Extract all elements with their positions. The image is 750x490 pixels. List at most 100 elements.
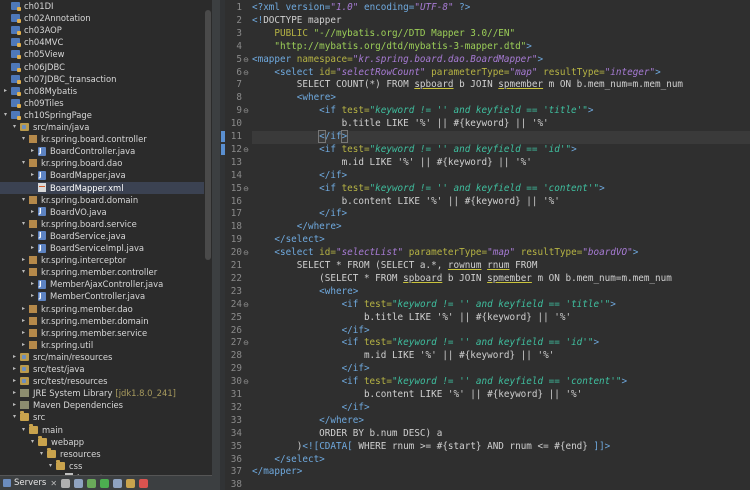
- tree-item[interactable]: ▾ kr.spring.board.service: [0, 218, 204, 230]
- expand-arrow-icon[interactable]: ▾: [20, 157, 27, 169]
- code-line[interactable]: </where>: [252, 221, 342, 234]
- code-line[interactable]: <!DOCTYPE mapper: [252, 15, 342, 28]
- fold-toggle-icon[interactable]: ⊖: [243, 67, 249, 80]
- publish-icon[interactable]: [126, 478, 136, 488]
- tree-item[interactable]: ▸ src/main/resources: [0, 351, 204, 363]
- code-line[interactable]: </if>: [252, 208, 347, 221]
- collapse-arrow-icon[interactable]: ▸: [11, 375, 18, 387]
- expand-arrow-icon[interactable]: ▾: [11, 121, 18, 133]
- tree-item[interactable]: ▾ resources: [0, 447, 204, 460]
- code-line[interactable]: <if test="keyword != '' and keyfield == …: [252, 105, 593, 118]
- fold-toggle-icon[interactable]: ⊖: [243, 54, 249, 67]
- tree-item[interactable]: ▸ BoardController.java: [0, 145, 204, 157]
- code-line[interactable]: <select id="selectRowCount" parameterTyp…: [252, 67, 660, 80]
- tree-item[interactable]: ch05View: [0, 48, 204, 60]
- tree-item[interactable]: ▸ MemberAjaxController.java: [0, 278, 204, 290]
- tree-item[interactable]: ▾ kr.spring.board.controller: [0, 133, 204, 145]
- code-line[interactable]: b.title LIKE '%' || #{keyword} || '%': [252, 312, 571, 325]
- code-line[interactable]: PUBLIC "-//mybatis.org//DTD Mapper 3.0//…: [252, 28, 515, 41]
- code-line[interactable]: </select>: [252, 454, 324, 467]
- collapse-arrow-icon[interactable]: ▸: [20, 315, 27, 327]
- code-line[interactable]: b.content LIKE '%' || #{keyword} || '%': [252, 196, 560, 209]
- tree-item[interactable]: ▸ BoardMapper.java: [0, 169, 204, 181]
- code-line[interactable]: SELECT * FROM (SELECT a.*, rownum rnum F…: [252, 260, 538, 273]
- stop-server-icon[interactable]: [139, 478, 149, 488]
- code-line[interactable]: <where>: [252, 286, 358, 299]
- tree-item[interactable]: ▸ kr.spring.member.dao: [0, 303, 204, 315]
- code-line[interactable]: m.id LIKE '%' || #{keyword} || '%': [252, 350, 554, 363]
- code-line[interactable]: b.content LIKE '%' || #{keyword} || '%': [252, 389, 582, 402]
- expand-arrow-icon[interactable]: ▾: [20, 133, 27, 145]
- tree-item[interactable]: ▾ main: [0, 423, 204, 436]
- tree-item[interactable]: ch03AOP: [0, 24, 204, 36]
- explorer-scroll-thumb[interactable]: [205, 10, 211, 260]
- code-line[interactable]: b.title LIKE '%' || #{keyword} || '%': [252, 118, 549, 131]
- tree-item[interactable]: ▸ kr.spring.interceptor: [0, 254, 204, 266]
- explorer-scrollbar[interactable]: [204, 0, 212, 475]
- code-line[interactable]: </if>: [252, 402, 370, 415]
- expand-arrow-icon[interactable]: ▾: [20, 266, 27, 278]
- tree-item[interactable]: ch09Tiles: [0, 97, 204, 109]
- tree-item[interactable]: ▾ webapp: [0, 435, 204, 448]
- code-line[interactable]: )<![CDATA[ WHERE rnum >= #{start} AND rn…: [252, 441, 610, 454]
- fold-toggle-icon[interactable]: ⊖: [243, 105, 249, 118]
- collapse-arrow-icon[interactable]: ▸: [11, 363, 18, 375]
- code-line[interactable]: <mapper namespace="kr.spring.board.dao.B…: [252, 54, 543, 67]
- collapse-arrow-icon[interactable]: ▸: [29, 278, 36, 290]
- tree-item[interactable]: ▸ src/test/java: [0, 363, 204, 375]
- tree-item[interactable]: ▾ kr.spring.member.controller: [0, 266, 204, 278]
- tree-item[interactable]: ▸ src/test/resources: [0, 375, 204, 387]
- tree-item[interactable]: ▸ BoardServiceImpl.java: [0, 242, 204, 254]
- code-line[interactable]: SELECT COUNT(*) FROM spboard b JOIN spme…: [252, 79, 683, 92]
- code-line[interactable]: <if test="keyword != '' and keyfield == …: [252, 183, 605, 196]
- collapse-arrow-icon[interactable]: ▸: [20, 327, 27, 339]
- servers-tab-label[interactable]: Servers: [14, 478, 46, 488]
- collapse-arrow-icon[interactable]: ▸: [11, 351, 18, 363]
- tree-item[interactable]: ch06JDBC: [0, 61, 204, 73]
- tree-item[interactable]: ▾ kr.spring.board.dao: [0, 157, 204, 169]
- code-line[interactable]: m.id LIKE '%' || #{keyword} || '%': [252, 157, 532, 170]
- collapse-arrow-icon[interactable]: ▸: [29, 206, 36, 218]
- collapse-arrow-icon[interactable]: ▸: [29, 230, 36, 242]
- collapse-arrow-icon[interactable]: ▸: [20, 303, 27, 315]
- fold-toggle-icon[interactable]: ⊖: [243, 144, 249, 157]
- tree-item[interactable]: ▾ kr.spring.board.domain: [0, 194, 204, 206]
- collapse-arrow-icon[interactable]: ▸: [29, 145, 36, 157]
- code-line[interactable]: <if test="keyword != '' and keyfield == …: [252, 337, 600, 350]
- code-line[interactable]: </if>: [252, 130, 750, 144]
- code-line[interactable]: </select>: [252, 234, 324, 247]
- code-line[interactable]: </if>: [252, 363, 370, 376]
- expand-arrow-icon[interactable]: ▾: [20, 218, 27, 230]
- code-line[interactable]: </if>: [252, 170, 347, 183]
- tree-item[interactable]: ▾ src: [0, 411, 204, 423]
- tree-item[interactable]: ▸ kr.spring.member.domain: [0, 315, 204, 327]
- code-line[interactable]: </where>: [252, 415, 364, 428]
- code-editor[interactable]: 1 <?xml version="1.0" encoding="UTF-8" ?>…: [220, 0, 750, 490]
- fold-toggle-icon[interactable]: ⊖: [243, 337, 249, 350]
- tree-item[interactable]: ch01DI: [0, 0, 204, 12]
- code-line[interactable]: <select id="selectList" parameterType="m…: [252, 247, 638, 260]
- panel-divider[interactable]: [212, 0, 220, 490]
- expand-arrow-icon[interactable]: ▾: [47, 460, 54, 472]
- fold-toggle-icon[interactable]: ⊖: [243, 376, 249, 389]
- collapse-arrow-icon[interactable]: ▸: [11, 399, 18, 411]
- collapse-arrow-icon[interactable]: ▸: [11, 387, 18, 399]
- collapse-arrow-icon[interactable]: ▸: [29, 290, 36, 302]
- expand-arrow-icon[interactable]: ▾: [20, 194, 27, 206]
- tree-item[interactable]: ▸ JRE System Library [jdk1.8.0_241]: [0, 387, 204, 399]
- profile-icon[interactable]: [113, 478, 123, 488]
- tree-item[interactable]: ▸ Maven Dependencies: [0, 399, 204, 411]
- code-line[interactable]: <if test="keyword != '' and keyfield == …: [252, 299, 616, 312]
- code-line[interactable]: <if test="keyword != '' and keyfield == …: [252, 376, 628, 389]
- fold-toggle-icon[interactable]: ⊖: [243, 247, 249, 260]
- fold-toggle-icon[interactable]: ⊖: [243, 183, 249, 196]
- start-server-icon[interactable]: [100, 478, 110, 488]
- expand-arrow-icon[interactable]: ▾: [2, 109, 9, 121]
- code-line[interactable]: </mapper>: [252, 466, 302, 479]
- collapse-arrow-icon[interactable]: ▸: [2, 85, 9, 97]
- code-line[interactable]: <if test="keyword != '' and keyfield == …: [252, 144, 577, 157]
- tree-item[interactable]: ▸ ch08Mybatis: [0, 85, 204, 97]
- tree-item[interactable]: ▸ kr.spring.member.service: [0, 327, 204, 339]
- tree-item[interactable]: ch07JDBC_transaction: [0, 73, 204, 85]
- expand-arrow-icon[interactable]: ▾: [11, 411, 18, 423]
